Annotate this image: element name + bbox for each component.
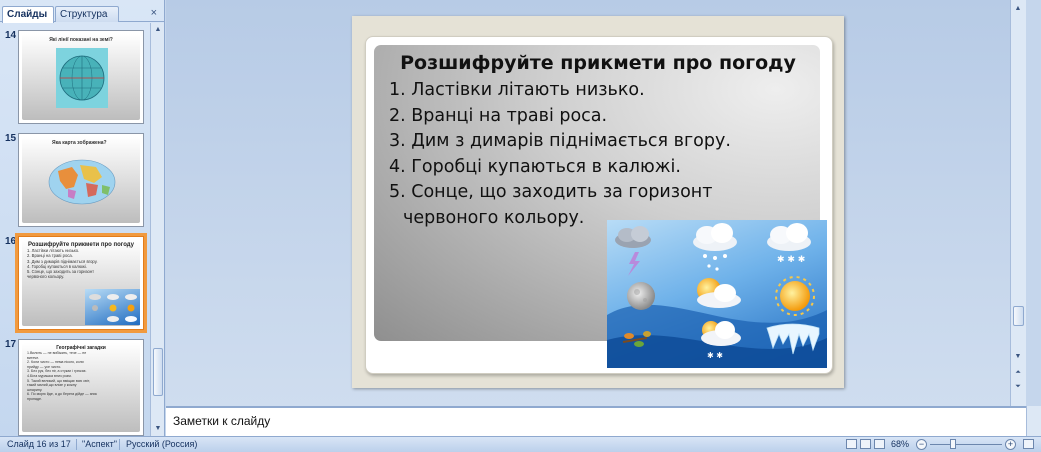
panel-tabs: Слайды Структура × bbox=[0, 5, 165, 23]
notes-scrollbar[interactable] bbox=[1026, 406, 1041, 436]
thumbnail-line: пропаде. bbox=[27, 396, 42, 401]
slide-title[interactable]: Розшифруйте прикмети про погоду bbox=[352, 52, 844, 74]
tab-outline[interactable]: Структура bbox=[55, 6, 119, 22]
list-item: 4. Горобці купаються в калюжі. bbox=[389, 156, 681, 177]
slide-thumbnail-16[interactable]: Розшифруйте прикмети про погоду 1. Ласті… bbox=[15, 233, 147, 333]
weather-icons bbox=[89, 294, 137, 322]
fit-to-window-icon[interactable] bbox=[1023, 439, 1034, 449]
previous-slide-icon[interactable]: ⏶ bbox=[1012, 366, 1024, 380]
scroll-up-icon[interactable]: ▲ bbox=[152, 23, 164, 37]
slide-number: 16 bbox=[5, 236, 17, 247]
scroll-up-icon[interactable]: ▲ bbox=[1012, 2, 1024, 16]
slide-sorter-icon[interactable] bbox=[860, 439, 871, 449]
list-item: 2. Вранці на траві роса. bbox=[389, 105, 608, 126]
thumbnail-title: Яка карта зображена? bbox=[52, 140, 107, 146]
zoom-slider[interactable] bbox=[930, 444, 1002, 445]
storm-cloud-icon bbox=[615, 226, 651, 248]
thumbnail-scrollbar[interactable]: ▲ ▼ bbox=[150, 23, 164, 436]
slide-scrollbar[interactable]: ▲ ▼ ⏶ ⏷ bbox=[1010, 0, 1026, 406]
slide-thumbnail-15[interactable]: Яка карта зображена? bbox=[18, 133, 144, 227]
slide-counter: Слайд 16 из 17 bbox=[7, 439, 71, 449]
lightning-icon bbox=[628, 252, 640, 276]
scroll-down-icon[interactable]: ▼ bbox=[1012, 350, 1024, 364]
slide-number: 17 bbox=[5, 339, 17, 350]
weather-thumbnail-image bbox=[85, 289, 140, 325]
divider bbox=[119, 439, 120, 450]
notes-placeholder[interactable]: Заметки к слайду bbox=[173, 414, 270, 428]
svg-text:✱ ✱ ✱: ✱ ✱ ✱ bbox=[777, 255, 805, 265]
globe-icon bbox=[56, 48, 108, 108]
weather-icons: ✱ ✱ ✱ ✱ ✱ bbox=[607, 223, 827, 368]
divider bbox=[76, 439, 77, 450]
slide-number: 15 bbox=[5, 133, 17, 144]
thumbnail-content: Яка карта зображена? bbox=[22, 137, 140, 223]
zoom-level[interactable]: 68% bbox=[891, 437, 909, 452]
theme-name: "Аспект" bbox=[82, 439, 117, 449]
language-indicator[interactable]: Русский (Россия) bbox=[126, 437, 197, 452]
slideshow-icon[interactable] bbox=[874, 439, 885, 449]
sun-behind-cloud-icon bbox=[697, 278, 741, 308]
thumbnail-content: Географічні загадки 1.Вилить — не вибіжи… bbox=[22, 343, 140, 432]
list-item: 3. Дим з димарів піднімається вгору. bbox=[389, 131, 731, 151]
thumbnail-line: червоного кольору. bbox=[27, 274, 65, 280]
weather-image[interactable]: ✱ ✱ ✱ ✱ ✱ bbox=[607, 220, 827, 368]
tab-slides[interactable]: Слайды bbox=[2, 6, 54, 23]
world-map-icon bbox=[48, 159, 116, 205]
slide-thumbnail-14[interactable]: Які лінії показані на земі? bbox=[18, 30, 144, 124]
snow-cloud-icon: ✱ ✱ ✱ bbox=[767, 223, 811, 265]
thumbnail-title: Розшифруйте прикмети про погоду bbox=[27, 242, 135, 248]
scrollbar-thumb[interactable] bbox=[1013, 306, 1024, 326]
list-item: 1. Ластівки літають низько. bbox=[389, 80, 645, 100]
thumbnail-content: Розшифруйте прикмети про погоду 1. Ласті… bbox=[22, 240, 140, 326]
close-icon[interactable]: × bbox=[151, 6, 157, 20]
notes-pane[interactable]: Заметки к слайду bbox=[166, 406, 1026, 436]
zoom-slider-knob[interactable] bbox=[950, 439, 956, 449]
slide-editor: Розшифруйте прикмети про погоду 1. Ласті… bbox=[166, 0, 1026, 406]
rain-snow-cloud-icon bbox=[707, 264, 719, 271]
moon-icon bbox=[627, 282, 655, 310]
thumbnail-list: 14 Які лінії показані на земі? 15 Яка ка… bbox=[0, 23, 150, 436]
sun-icon bbox=[775, 276, 815, 316]
slide-body-list[interactable]: 1. Ластівки літають низько. 2. Вранці на… bbox=[389, 78, 829, 231]
thumbnail-title: Які лінії показані на земі? bbox=[49, 37, 113, 43]
slide-canvas[interactable]: Розшифруйте прикмети про погоду 1. Ласті… bbox=[352, 16, 844, 388]
svg-text:✱ ✱: ✱ ✱ bbox=[707, 351, 723, 360]
next-slide-icon[interactable]: ⏷ bbox=[1012, 380, 1024, 394]
slide-number: 14 bbox=[5, 30, 17, 41]
slides-panel: Слайды Структура × 14 Які лінії показані… bbox=[0, 0, 165, 436]
scroll-down-icon[interactable]: ▼ bbox=[152, 422, 164, 436]
thumbnail-content: Які лінії показані на земі? bbox=[22, 34, 140, 120]
zoom-in-icon[interactable]: + bbox=[1005, 439, 1016, 450]
normal-view-icon[interactable] bbox=[846, 439, 857, 449]
scrollbar-thumb[interactable] bbox=[153, 348, 163, 396]
status-bar: Слайд 16 из 17 "Аспект" Русский (Россия)… bbox=[0, 436, 1041, 452]
thumbnail-title: Географічні загадки bbox=[56, 345, 106, 351]
list-item: 5. Сонце, що заходить за горизонт bbox=[389, 182, 713, 202]
slide-thumbnail-17[interactable]: Географічні загадки 1.Вилить — не вибіжи… bbox=[18, 339, 144, 436]
snow-cloud-icon bbox=[693, 223, 737, 260]
zoom-out-icon[interactable]: − bbox=[916, 439, 927, 450]
